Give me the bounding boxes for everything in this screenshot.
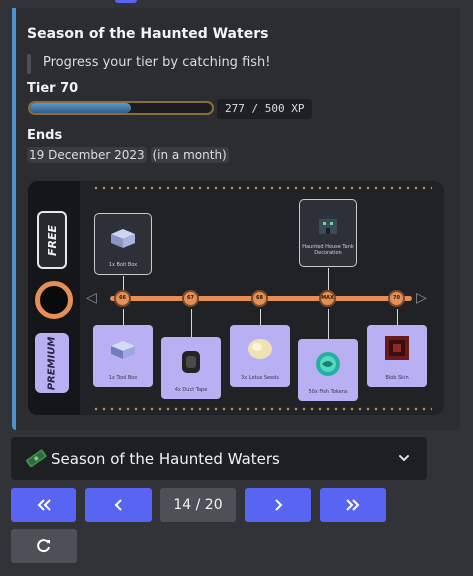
free-track-tag: FREE: [37, 211, 67, 269]
embed-accent-bar: [12, 8, 16, 430]
quote-text: Progress your tier by catching fish!: [43, 55, 271, 70]
lotus-seeds-icon: [248, 339, 272, 359]
xp-progress-bar: [28, 101, 214, 115]
connector: [328, 309, 329, 339]
season-select[interactable]: Season of the Haunted Waters: [11, 437, 427, 480]
season-embed: Season of the Haunted Waters Progress yo…: [12, 8, 460, 430]
connector: [397, 309, 398, 325]
connector: [123, 276, 124, 290]
first-page-button[interactable]: [11, 488, 76, 522]
message-header: [0, 0, 473, 8]
duct-tape-icon: [182, 351, 200, 373]
xp-value: 277 / 500 XP: [217, 99, 313, 119]
money-icon: [25, 449, 47, 467]
chevron-right-icon: [275, 499, 283, 511]
battle-pass-image: FREE PREMIUM ◁ ▷ 66 67 68 MAX 70 1x Bolt…: [28, 181, 444, 415]
double-chevron-left-icon: [37, 499, 51, 511]
bottom-dotted-border: [92, 407, 432, 411]
end-date-value: 19 December 2023: [27, 147, 147, 163]
page-indicator-button[interactable]: 14 / 20: [160, 488, 236, 522]
reward-label: 4x Duct Tape: [174, 387, 208, 393]
next-page-button[interactable]: [245, 488, 311, 522]
double-chevron-right-icon: [346, 499, 360, 511]
reward-label: 50x Fish Tokens: [308, 389, 348, 395]
tier-node: 67: [182, 290, 199, 307]
connector: [123, 309, 124, 325]
xp-progress-fill: [30, 103, 131, 113]
reward-card-premium: 3x Lotus Seeds: [230, 325, 290, 387]
top-dotted-border: [92, 186, 432, 190]
track-right-arrow-icon: ▷: [416, 290, 427, 306]
tier-node: 66: [114, 290, 131, 307]
reward-card-free: 1x Bolt Box: [94, 213, 152, 275]
reward-card-premium: Blob Skin: [367, 325, 427, 387]
bolt-box-icon: [111, 229, 135, 248]
connector: [191, 309, 192, 337]
tier-label: Tier 70: [27, 81, 79, 96]
fish-token-icon: [316, 352, 340, 376]
app-badge: [115, 0, 137, 3]
blob-skin-icon: [385, 336, 409, 360]
connector: [260, 309, 261, 325]
reward-card-free: Haunted House Tank Decoration: [299, 199, 357, 267]
quote-bar: [27, 54, 31, 74]
premium-track-label: PREMIUM: [46, 336, 58, 390]
previous-page-button[interactable]: [85, 488, 152, 522]
page-indicator: 14 / 20: [173, 497, 223, 513]
connector: [328, 268, 329, 290]
track-left-arrow-icon: ◁: [86, 290, 97, 306]
end-date: 19 December 2023 (in a month): [27, 147, 229, 163]
chevron-left-icon: [114, 499, 122, 511]
free-track-label: FREE: [45, 224, 59, 256]
haunted-house-icon: [317, 211, 339, 234]
tool-box-icon: [111, 341, 135, 359]
tier-node: 70: [388, 290, 405, 307]
end-date-relative: (in a month): [150, 147, 229, 163]
refresh-button[interactable]: [11, 529, 77, 563]
tier-node: MAX: [319, 290, 336, 307]
reward-card-premium: 1x Tool Box: [93, 325, 153, 387]
reward-card-premium: 50x Fish Tokens: [298, 339, 358, 401]
reward-label: 3x Lotus Seeds: [241, 375, 279, 381]
embed-title: Season of the Haunted Waters: [27, 26, 269, 42]
tier-ring: [35, 281, 73, 319]
reward-label: 1x Tool Box: [108, 375, 138, 381]
season-select-value: Season of the Haunted Waters: [51, 450, 280, 468]
last-page-button[interactable]: [320, 488, 386, 522]
premium-track-tag: PREMIUM: [35, 333, 69, 393]
refresh-icon: [37, 539, 50, 553]
reward-label: Blob Skin: [385, 375, 409, 381]
chevron-down-icon: [399, 455, 409, 461]
reward-label: Haunted House Tank Decoration: [302, 244, 354, 256]
reward-label: 1x Bolt Box: [108, 262, 138, 268]
ends-label: Ends: [27, 128, 63, 143]
tier-node: 68: [251, 290, 268, 307]
reward-card-premium: 4x Duct Tape: [161, 337, 221, 399]
